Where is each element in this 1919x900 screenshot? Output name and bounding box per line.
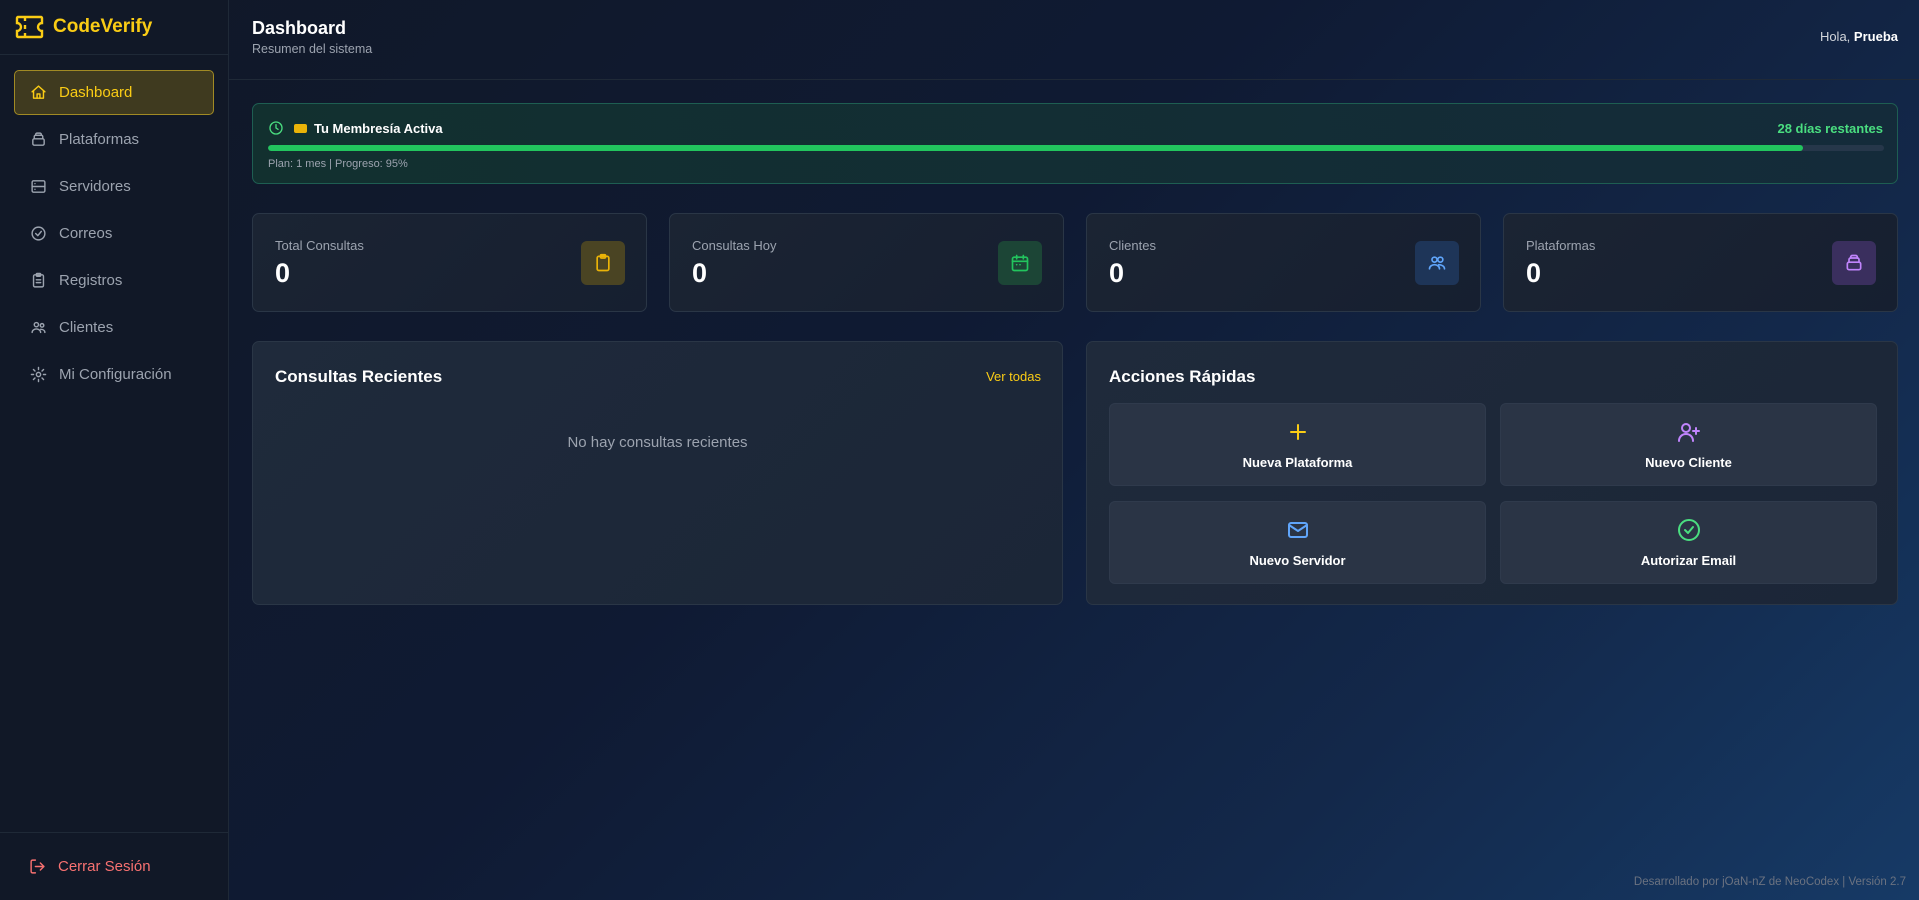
home-icon <box>31 85 46 99</box>
recent-queries-title: Consultas Recientes <box>275 367 443 386</box>
stat-value: 0 <box>1109 258 1125 288</box>
logout-button[interactable]: Cerrar Sesión <box>0 832 228 900</box>
clock-icon <box>269 121 283 135</box>
user-name: Prueba <box>1853 29 1898 44</box>
plus-icon <box>1289 424 1306 440</box>
sidebar-item-registros[interactable]: Registros <box>14 258 214 303</box>
footer-credits: Desarrollado por jOaN-nZ de NeoCodex | V… <box>1633 876 1906 888</box>
brand[interactable]: CodeVerify <box>0 0 228 55</box>
sidebar-item-label: Dashboard <box>59 84 133 101</box>
stat-card-total-consultas[interactable]: Total Consultas 0 <box>252 213 647 312</box>
membership-plan: Plan: 1 mes | Progreso: 95% <box>268 158 408 170</box>
clipboard-icon <box>32 272 45 288</box>
greeting-prefix: Hola, <box>1819 29 1851 44</box>
new-server-button[interactable]: Nuevo Servidor <box>1109 501 1486 584</box>
layers-icon <box>32 132 45 146</box>
sidebar-item-label: Servidores <box>59 178 131 195</box>
sidebar-item-plataformas[interactable]: Plataformas <box>14 117 214 162</box>
membership-header: Tu Membresía Activa <box>268 120 443 136</box>
sidebar-item-label: Correos <box>59 225 113 242</box>
stats-row: Total Consultas 0 Consultas Hoy 0 Client… <box>252 213 1898 312</box>
stat-label: Clientes <box>1109 238 1156 253</box>
ticket-logo-icon <box>15 15 44 39</box>
brand-name: CodeVerify <box>53 16 153 37</box>
stat-icon-box <box>581 241 625 285</box>
sidebar-item-clientes[interactable]: Clientes <box>14 305 214 350</box>
stat-icon-box <box>1415 241 1459 285</box>
sidebar-item-label: Clientes <box>59 319 114 336</box>
server-icon <box>31 180 46 193</box>
action-label: Nueva Plataforma <box>1242 455 1353 470</box>
membership-card: Tu Membresía Activa 28 días restantes Pl… <box>252 103 1898 184</box>
new-platform-button[interactable]: Nueva Plataforma <box>1109 403 1486 486</box>
stat-card-clientes[interactable]: Clientes 0 <box>1086 213 1481 312</box>
stat-value: 0 <box>275 258 291 288</box>
action-label: Autorizar Email <box>1640 553 1737 568</box>
ticket-icon <box>294 123 307 133</box>
page-subtitle: Resumen del sistema <box>252 42 373 56</box>
quick-actions-panel: Acciones Rápidas Nueva Plataforma Nuevo … <box>1086 341 1898 605</box>
action-label: Nuevo Cliente <box>1645 455 1732 470</box>
membership-progress-bar <box>268 145 1884 151</box>
sidebar: CodeVerify Dashboard Plataformas Servido… <box>0 0 229 900</box>
page-title: Dashboard <box>252 18 347 38</box>
stat-label: Total Consultas <box>275 238 364 253</box>
stat-label: Consultas Hoy <box>692 238 777 253</box>
stat-card-plataformas[interactable]: Plataformas 0 <box>1503 213 1898 312</box>
page-header: Dashboard Resumen del sistema Hola, Prue… <box>229 0 1919 80</box>
stat-icon-box <box>1832 241 1876 285</box>
stat-card-consultas-hoy[interactable]: Consultas Hoy 0 <box>669 213 1064 312</box>
user-greeting: Hola, Prueba <box>1820 29 1898 44</box>
stat-icon-box <box>998 241 1042 285</box>
membership-days-remaining: 28 días restantes <box>1777 121 1883 136</box>
check-circle-icon <box>31 226 46 241</box>
users-icon <box>1428 256 1446 270</box>
action-label: Nuevo Servidor <box>1249 553 1346 568</box>
stat-value: 0 <box>692 258 708 288</box>
layers-icon <box>1846 254 1862 271</box>
sidebar-item-label: Plataformas <box>59 131 140 148</box>
calendar-icon <box>1011 254 1029 272</box>
clipboard-icon <box>596 253 610 272</box>
recent-queries-panel: Consultas Recientes Ver todas No hay con… <box>252 341 1063 605</box>
membership-progress-fill <box>268 145 1804 151</box>
stat-label: Plataformas <box>1526 238 1596 253</box>
empty-state-text: No hay consultas recientes <box>567 434 748 451</box>
check-circle-icon <box>1677 519 1700 541</box>
stat-value: 0 <box>1526 258 1542 288</box>
sidebar-item-label: Registros <box>59 272 123 289</box>
sidebar-item-correos[interactable]: Correos <box>14 211 214 256</box>
logout-label: Cerrar Sesión <box>58 858 151 875</box>
mail-icon <box>1287 522 1308 538</box>
gear-icon <box>30 366 47 383</box>
authorize-email-button[interactable]: Autorizar Email <box>1500 501 1877 584</box>
logout-icon <box>30 859 45 874</box>
sidebar-item-label: Mi Configuración <box>59 366 172 383</box>
sidebar-item-dashboard[interactable]: Dashboard <box>14 70 214 115</box>
sidebar-nav: Dashboard Plataformas Servidores Correos… <box>0 55 228 397</box>
membership-title: Tu Membresía Activa <box>314 120 443 136</box>
user-plus-icon <box>1677 423 1700 442</box>
users-icon <box>31 321 46 334</box>
sidebar-item-mi-configuracion[interactable]: Mi Configuración <box>14 352 214 397</box>
sidebar-item-servidores[interactable]: Servidores <box>14 164 214 209</box>
quick-actions-title: Acciones Rápidas <box>1109 367 1256 386</box>
new-client-button[interactable]: Nuevo Cliente <box>1500 403 1877 486</box>
view-all-link[interactable]: Ver todas <box>986 369 1041 384</box>
